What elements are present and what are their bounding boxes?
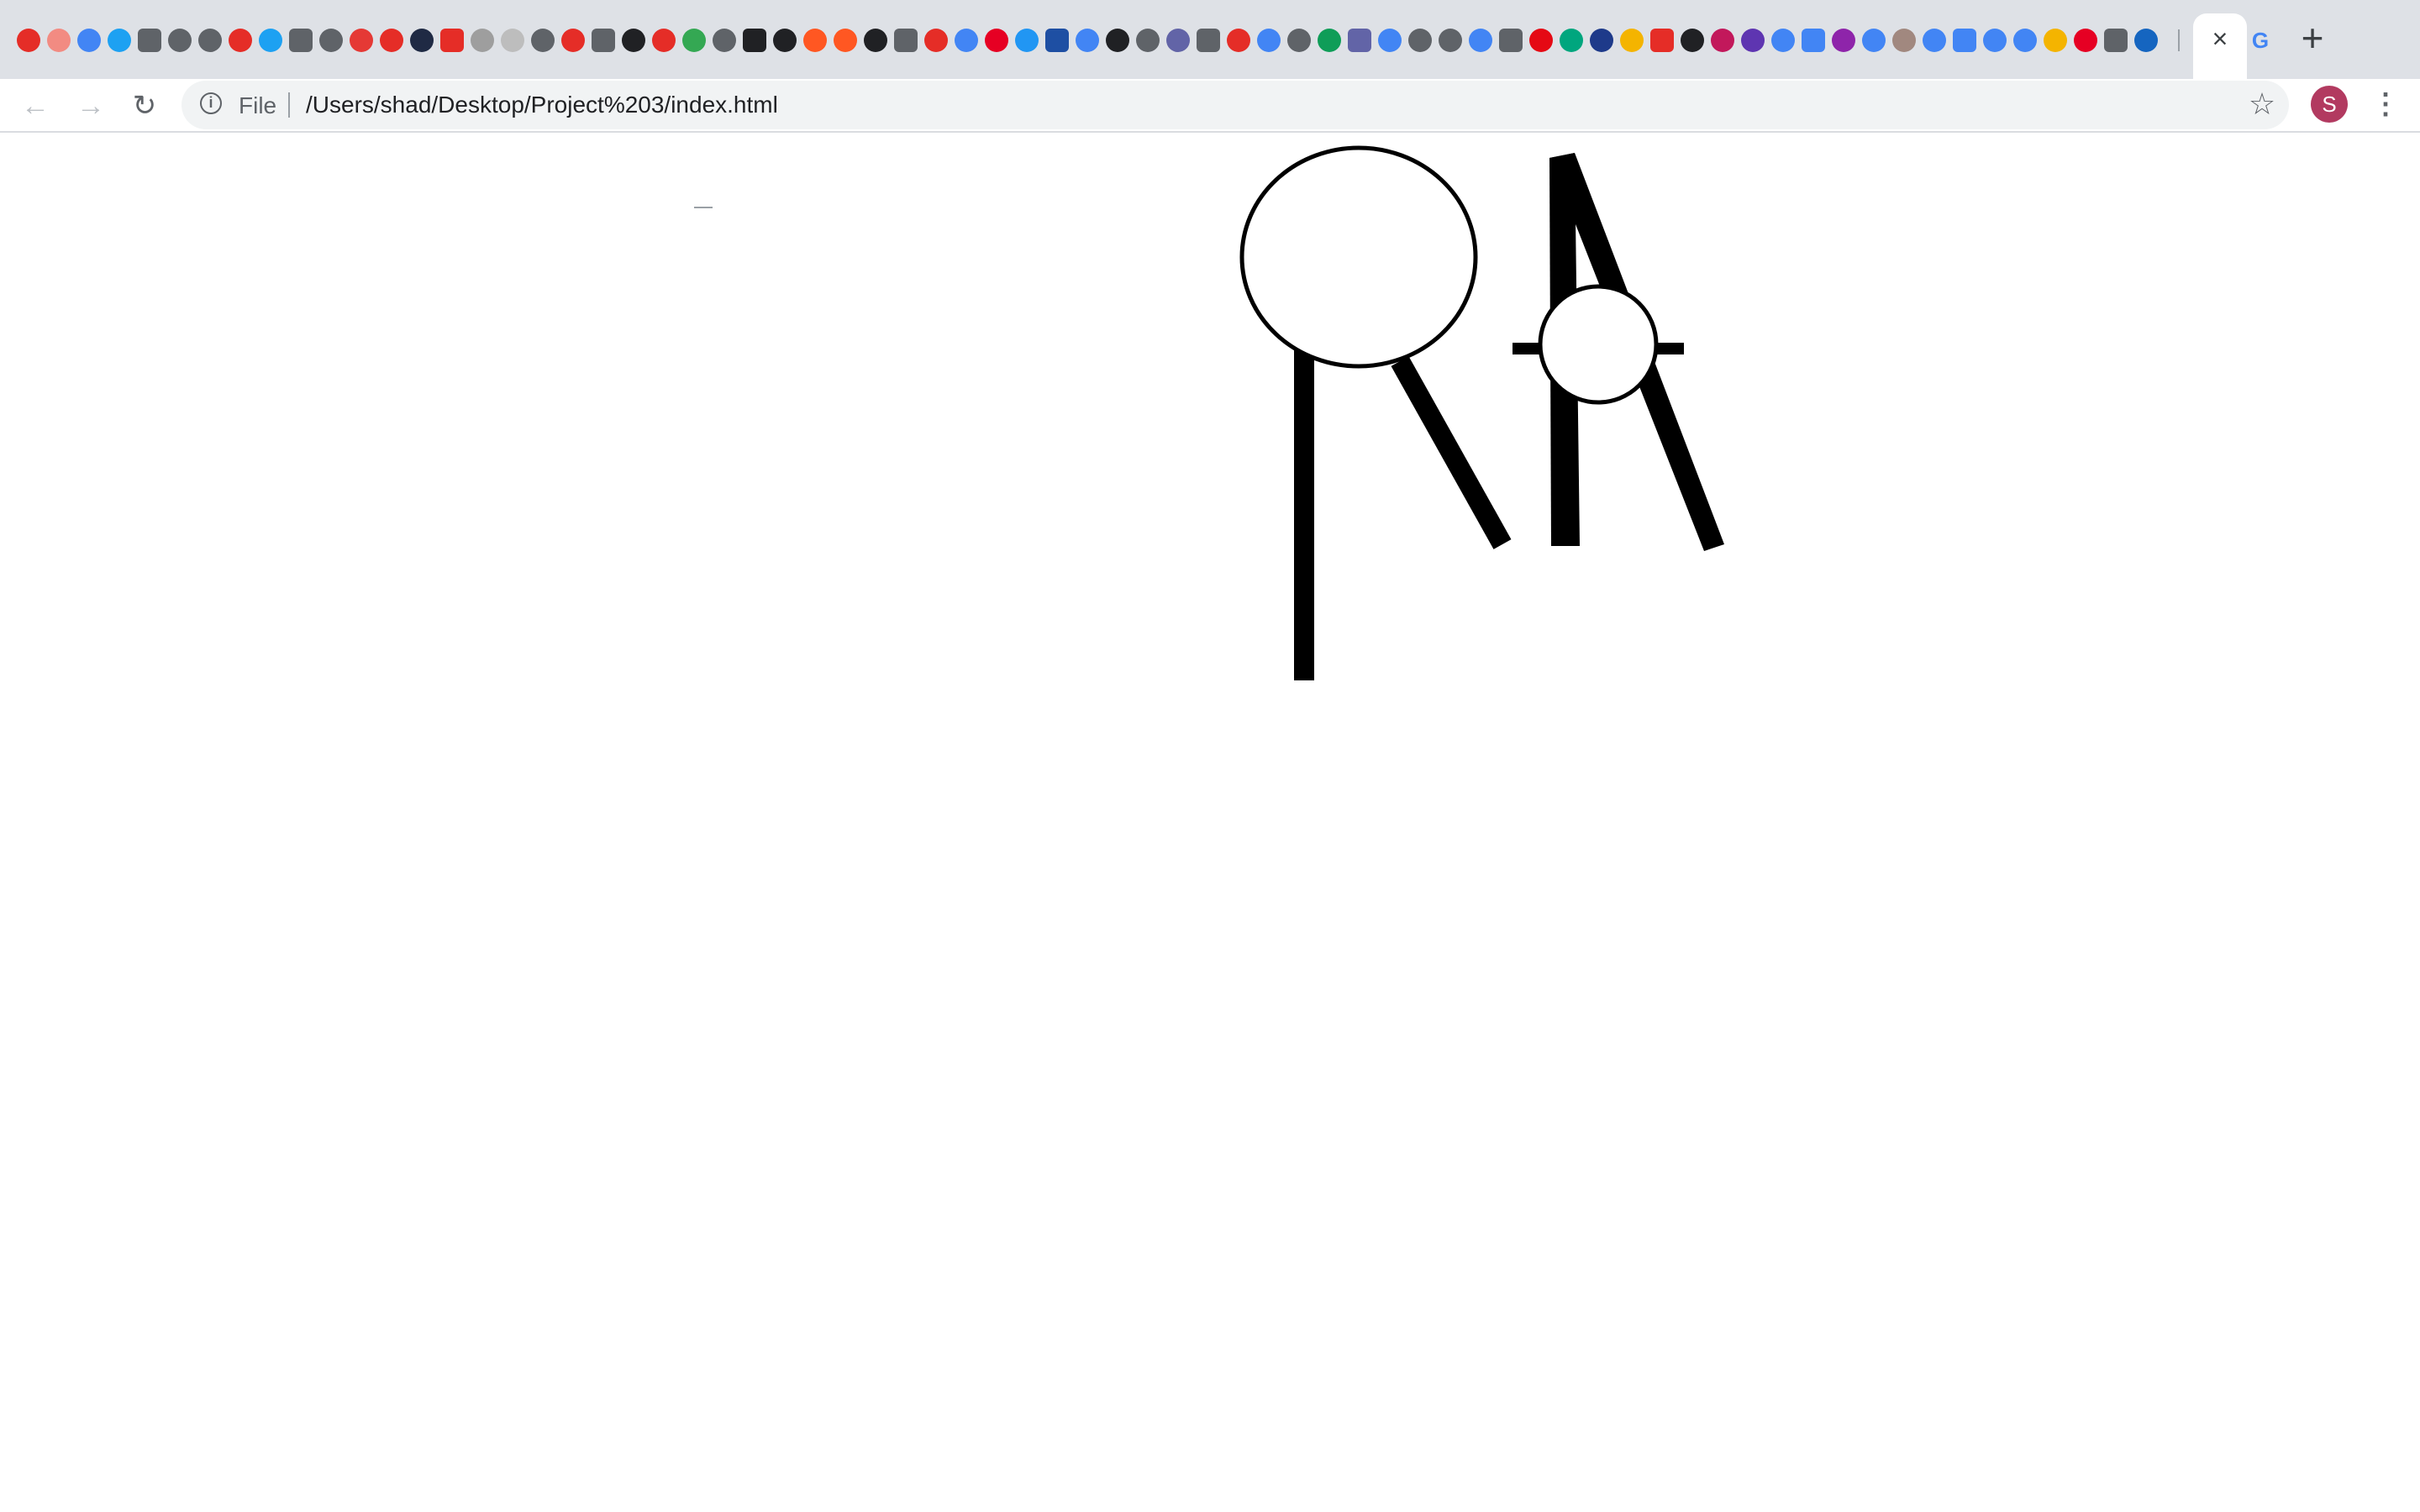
pinned-tab-favicon-icon[interactable] — [561, 29, 585, 52]
pinned-tab-favicon-icon[interactable] — [1076, 29, 1099, 52]
letter-a — [1512, 153, 1724, 551]
pinned-tab-favicon-icon[interactable] — [380, 29, 403, 52]
pinned-tab-favicon-icon[interactable] — [1106, 29, 1129, 52]
pinned-tab-favicon-icon[interactable] — [1529, 29, 1553, 52]
info-icon[interactable]: i — [200, 92, 222, 114]
pinned-tab-favicon-icon[interactable] — [1983, 29, 2007, 52]
pinned-tab-favicon-icon[interactable] — [2104, 29, 2128, 52]
pinned-tab-favicon-icon[interactable] — [198, 29, 222, 52]
pinned-tab-favicon-icon[interactable] — [17, 29, 40, 52]
pinned-tab-favicon-icon[interactable] — [1590, 29, 1613, 52]
pinned-tab-favicon-icon[interactable] — [834, 29, 857, 52]
r-stem — [1294, 344, 1314, 680]
pinned-tab-favicon-icon[interactable] — [592, 29, 615, 52]
file-scheme-label: File — [239, 92, 277, 118]
pinned-tab-favicon-icon[interactable] — [1771, 29, 1795, 52]
pinned-tab-favicon-icon[interactable] — [1711, 29, 1734, 52]
pinned-tab-favicon-icon[interactable] — [1681, 29, 1704, 52]
pinned-tab-favicon-icon[interactable] — [652, 29, 676, 52]
back-arrow-icon[interactable]: ← — [18, 89, 52, 123]
a-circle — [1538, 284, 1659, 405]
pinned-tab-favicon-icon[interactable] — [955, 29, 978, 52]
pinned-tab-favicon-icon[interactable] — [471, 29, 494, 52]
pinned-tab-favicon-icon[interactable] — [622, 29, 645, 52]
forward-arrow-icon[interactable]: → — [74, 89, 108, 123]
address-bar[interactable]: i File /Users/shad/Desktop/Project%203/i… — [182, 81, 2289, 129]
pinned-tab-favicon-icon[interactable] — [2074, 29, 2097, 52]
pinned-tab-favicon-icon[interactable] — [1045, 29, 1069, 52]
pinned-tab-favicon-icon[interactable] — [1741, 29, 1765, 52]
page-content — [0, 133, 2420, 1512]
bookmark-star-icon[interactable]: ☆ — [2245, 87, 2279, 121]
tab-separator — [2178, 29, 2180, 51]
pinned-tab-favicon-icon[interactable] — [1923, 29, 1946, 52]
pinned-tab-favicon-icon[interactable] — [1257, 29, 1281, 52]
pinned-tab-favicon-icon[interactable] — [229, 29, 252, 52]
pinned-tab-favicon-icon[interactable] — [1348, 29, 1371, 52]
pinned-tab-favicon-icon[interactable] — [773, 29, 797, 52]
pinned-tab-favicon-icon[interactable] — [289, 29, 313, 52]
r-bowl-circle — [1239, 145, 1478, 369]
profile-avatar[interactable]: S — [2311, 86, 2348, 123]
pinned-tab-favicon-icon[interactable] — [1499, 29, 1523, 52]
pinned-tab-favicon-icon[interactable] — [1318, 29, 1341, 52]
pinned-tab-favicon-icon[interactable] — [168, 29, 192, 52]
pinned-tab-favicon-icon[interactable] — [1953, 29, 1976, 52]
pinned-tab-favicon-icon[interactable] — [1892, 29, 1916, 52]
pinned-tab-favicon-icon[interactable] — [1378, 29, 1402, 52]
pinned-tab-favicon-icon[interactable] — [2044, 29, 2067, 52]
pinned-tab-favicon-icon[interactable] — [803, 29, 827, 52]
pinned-tab-favicon-icon[interactable] — [1832, 29, 1855, 52]
pinned-tab-favicon-icon[interactable] — [1227, 29, 1250, 52]
ra-drawing — [1239, 145, 1724, 680]
r-leg — [1391, 356, 1512, 549]
reload-icon[interactable]: ↻ — [128, 89, 161, 123]
pinned-tab-favicon-icon[interactable] — [985, 29, 1008, 52]
pinned-tab-favicon-icon[interactable] — [531, 29, 555, 52]
browser-menu-icon[interactable]: ⋮ — [2371, 86, 2400, 123]
pinned-tab-favicon-icon[interactable] — [2134, 29, 2158, 52]
pinned-tab-favicon-icon[interactable] — [1469, 29, 1492, 52]
pinned-tab-favicon-icon[interactable] — [1439, 29, 1462, 52]
pinned-tab-favicon-icon[interactable] — [108, 29, 131, 52]
new-tab-button[interactable]: + — [2292, 18, 2333, 59]
pinned-tab-favicon-icon[interactable] — [1197, 29, 1220, 52]
pinned-tab-favicon-icon[interactable] — [47, 29, 71, 52]
pinned-tab-favicon-icon[interactable] — [894, 29, 918, 52]
pinned-tab-favicon-icon[interactable] — [501, 29, 524, 52]
omnibox-divider — [288, 92, 290, 118]
pinned-tab-favicon-icon[interactable] — [864, 29, 887, 52]
pinned-tab-favicon-icon[interactable] — [2013, 29, 2037, 52]
pinned-tab-favicon-icon[interactable] — [1862, 29, 1886, 52]
pinned-tab-favicon-icon[interactable] — [1560, 29, 1583, 52]
pinned-tab-favicon-icon[interactable] — [713, 29, 736, 52]
pinned-tab-favicon-icon[interactable] — [77, 29, 101, 52]
pinned-tab-favicon-icon[interactable] — [138, 29, 161, 52]
pinned-tab-favicon-icon[interactable] — [1287, 29, 1311, 52]
pinned-tab-favicon-icon[interactable] — [743, 29, 766, 52]
pinned-tab-favicon-icon[interactable] — [1015, 29, 1039, 52]
pinned-tab-list — [17, 29, 2223, 52]
letter-r — [1239, 145, 1512, 680]
tab-close-icon[interactable]: × — [2207, 24, 2233, 54]
pinned-tab-favicon-icon[interactable] — [1166, 29, 1190, 52]
tab-strip: × G + — [0, 0, 2420, 79]
pinned-tab-favicon-icon[interactable] — [924, 29, 948, 52]
url-text[interactable]: /Users/shad/Desktop/Project%203/index.ht… — [306, 92, 778, 118]
pinned-tab-favicon-icon[interactable] — [682, 29, 706, 52]
pinned-tab-favicon-icon[interactable] — [259, 29, 282, 52]
pinned-tab-favicon-icon[interactable] — [410, 29, 434, 52]
google-favicon-icon[interactable]: G — [2249, 29, 2272, 52]
pinned-tab-favicon-icon[interactable] — [1650, 29, 1674, 52]
browser-toolbar: ← → ↻ i File /Users/shad/Desktop/Project… — [0, 79, 2420, 133]
pinned-tab-favicon-icon[interactable] — [440, 29, 464, 52]
pinned-tab-favicon-icon[interactable] — [1136, 29, 1160, 52]
pinned-tab-favicon-icon[interactable] — [1620, 29, 1644, 52]
pinned-tab-favicon-icon[interactable] — [319, 29, 343, 52]
pinned-tab-favicon-icon[interactable] — [1408, 29, 1432, 52]
pinned-tab-favicon-icon[interactable] — [350, 29, 373, 52]
pinned-tab-favicon-icon[interactable] — [1802, 29, 1825, 52]
